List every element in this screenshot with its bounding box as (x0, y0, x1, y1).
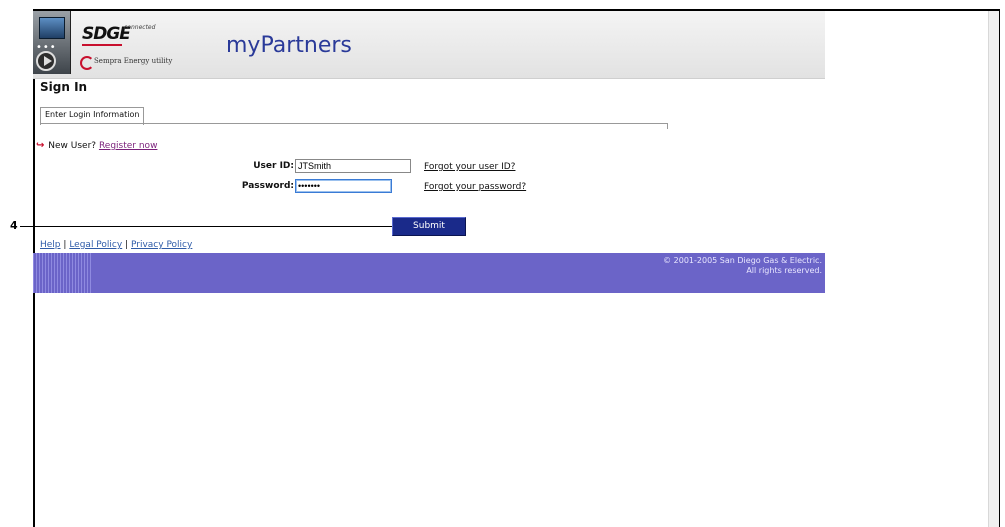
copyright-line-1: © 2001-2005 San Diego Gas & Electric. (663, 256, 822, 265)
logo-connected: connected (124, 24, 156, 31)
help-link[interactable]: Help (40, 240, 61, 250)
copyright-line-2: All rights reserved. (746, 266, 822, 275)
footer-links: Help | Legal Policy | Privacy Policy (40, 240, 192, 250)
logo-brand: SDGE (82, 24, 131, 46)
page-title: Sign In (40, 80, 88, 94)
site-title: myPartners (226, 33, 352, 58)
scrollbar[interactable] (988, 11, 999, 527)
screen-icon (39, 17, 65, 39)
submit-button[interactable]: Submit (392, 217, 466, 236)
tab-underline (40, 123, 668, 129)
video-player-icon[interactable]: ••• (33, 11, 71, 74)
copyright: © 2001-2005 San Diego Gas & Electric. Al… (663, 256, 822, 276)
footer-separator: | (63, 240, 67, 250)
logo-subtitle: Sempra Energy utility (94, 57, 173, 65)
new-user-label: New User? (48, 141, 97, 151)
password-field[interactable]: ••••••• (295, 179, 392, 193)
forgot-user-id-link[interactable]: Forgot your user ID? (424, 162, 515, 172)
callout-step-number: 4 (10, 219, 18, 232)
site-header: ••• SDGE connected Sempra Energy utility… (33, 11, 825, 79)
register-now-link[interactable]: Register now (99, 141, 158, 151)
new-user-row: ↪ New User? Register now (36, 140, 157, 151)
user-id-field[interactable]: JTSmith (295, 159, 411, 173)
swirl-icon (80, 56, 94, 70)
sdge-logo: SDGE connected Sempra Energy utility (80, 24, 190, 74)
play-icon[interactable] (36, 51, 56, 71)
footer-bar: © 2001-2005 San Diego Gas & Electric. Al… (33, 253, 825, 293)
user-id-label: User ID: (253, 161, 294, 171)
callout-line (20, 226, 392, 227)
password-label: Password: (241, 181, 294, 191)
footer-stripes (33, 253, 93, 293)
legal-policy-link[interactable]: Legal Policy (69, 240, 122, 250)
arrow-icon: ↪ (36, 140, 45, 151)
privacy-policy-link[interactable]: Privacy Policy (131, 240, 192, 250)
forgot-password-link[interactable]: Forgot your password? (424, 182, 526, 192)
footer-separator: | (125, 240, 129, 250)
